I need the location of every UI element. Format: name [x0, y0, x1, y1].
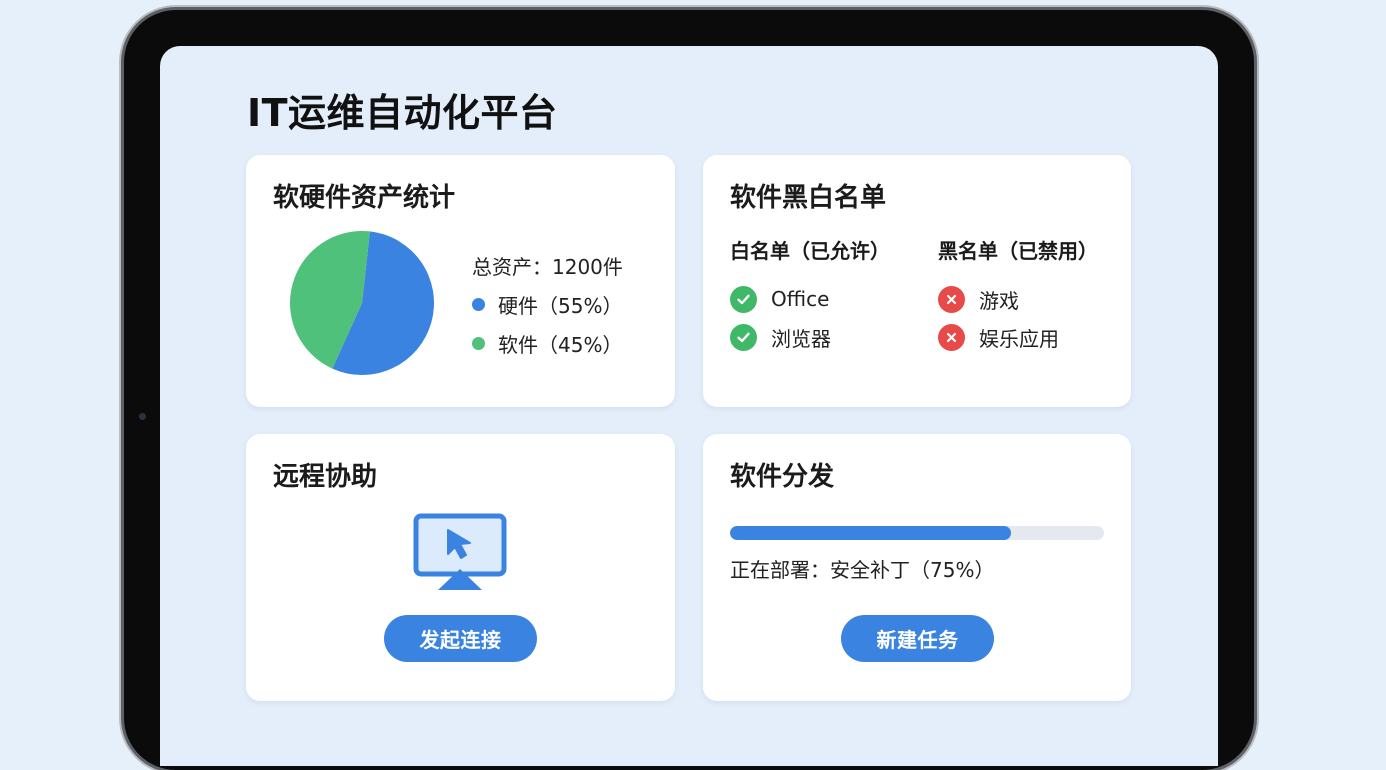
check-icon: [730, 285, 757, 313]
blacklist-header: 黑名单（已禁用）: [938, 239, 1098, 263]
asset-total: 总资产：1200件: [472, 255, 623, 279]
blacklist-item-games[interactable]: 游戏: [938, 280, 1098, 318]
whitelist-item-browser[interactable]: 浏览器: [730, 318, 890, 356]
legend-hardware-dot: [472, 298, 485, 311]
blacklist-item-label: 娱乐应用: [979, 326, 1059, 351]
whitelist-item-office[interactable]: Office: [730, 280, 890, 318]
whitelist-item-label: Office: [771, 287, 830, 311]
software-lists-card: 软件黑白名单 白名单（已允许） Office 浏览器 黑名单（已禁用） 游戏 娱…: [703, 155, 1131, 407]
blacklist: 黑名单（已禁用） 游戏 娱乐应用: [938, 235, 1098, 356]
blacklist-item-label: 游戏: [979, 288, 1019, 313]
screen: IT运维自动化平台 软硬件资产统计 总资产：1200件 硬件（55%） 软件（4…: [160, 46, 1218, 766]
legend-hardware: 硬件（55%）: [472, 290, 622, 319]
remote-assist-title: 远程协助: [273, 462, 378, 492]
whitelist: 白名单（已允许） Office 浏览器: [730, 235, 890, 356]
asset-stats-title: 软硬件资产统计: [273, 183, 456, 213]
deploy-progress-bar: [730, 526, 1104, 540]
legend-hardware-label: 硬件（55%）: [498, 294, 623, 318]
deploy-status: 正在部署：安全补丁（75%）: [730, 558, 995, 582]
whitelist-header: 白名单（已允许）: [730, 239, 890, 263]
cross-icon: [938, 285, 965, 313]
software-deploy-card: 软件分发 正在部署：安全补丁（75%） 新建任务: [703, 434, 1131, 701]
page-title: IT运维自动化平台: [247, 91, 558, 135]
front-camera: [139, 413, 146, 420]
software-lists-title: 软件黑白名单: [730, 183, 887, 213]
legend-software-label: 软件（45%）: [498, 333, 623, 357]
start-connection-button[interactable]: 发起连接: [384, 615, 537, 662]
legend-software: 软件（45%）: [472, 329, 622, 358]
asset-pie-chart: [290, 231, 434, 375]
software-deploy-title: 软件分发: [730, 462, 835, 492]
cross-icon: [938, 323, 965, 351]
new-task-button[interactable]: 新建任务: [841, 615, 994, 662]
remote-desktop-icon: [413, 513, 507, 590]
remote-assist-card: 远程协助 发起连接: [246, 434, 675, 701]
legend-software-dot: [472, 337, 485, 350]
deploy-progress-fill: [730, 526, 1011, 540]
blacklist-item-entertainment[interactable]: 娱乐应用: [938, 318, 1098, 356]
asset-stats-card: 软硬件资产统计 总资产：1200件 硬件（55%） 软件（45%）: [246, 155, 675, 407]
check-icon: [730, 323, 757, 351]
whitelist-item-label: 浏览器: [771, 326, 831, 351]
